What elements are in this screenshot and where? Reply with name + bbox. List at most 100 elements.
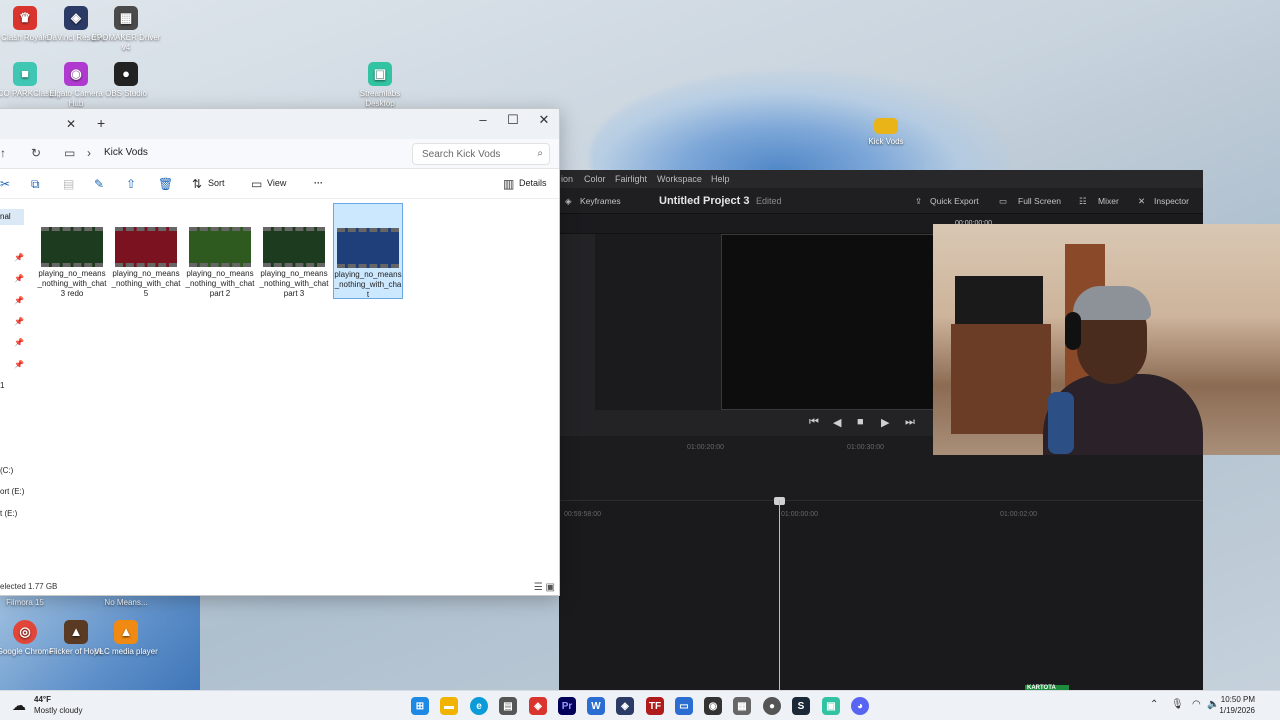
playhead[interactable]	[779, 500, 780, 690]
play-icon[interactable]: ▶	[881, 416, 889, 429]
view-button[interactable]: View	[267, 178, 286, 188]
minimize-icon[interactable]: –	[468, 112, 498, 127]
details-icon: ▥	[503, 177, 515, 191]
menu-item-workspace[interactable]: Workspace	[657, 174, 702, 184]
search-placeholder: Search Kick Vods	[422, 149, 501, 160]
steam-icon[interactable]: S	[792, 697, 810, 715]
volume-icon[interactable]: 🔈	[1207, 699, 1219, 710]
more-options-button[interactable]: ···	[314, 178, 323, 188]
skip-to-start-icon[interactable]: ⏮	[809, 416, 819, 429]
menu-item-fairlight[interactable]: Fairlight	[615, 174, 647, 184]
paste-icon[interactable]: ▤	[63, 177, 74, 191]
premiere-icon[interactable]: Pr	[558, 697, 576, 715]
mixer-icon: ☷	[1079, 196, 1087, 206]
media-pool-panel	[559, 234, 595, 410]
desktop-icon-label: Kick Vods	[868, 137, 904, 146]
ruler-tick: 01:00:30:00	[847, 444, 884, 451]
discord-icon[interactable]: ◕	[851, 697, 869, 715]
desktop-icon-obs[interactable]: ● OBS Studio	[91, 62, 161, 99]
epomaker-icon: ▦	[114, 6, 138, 30]
sidebar-item-selected[interactable]: nal	[0, 209, 24, 225]
mcafee-icon[interactable]: ◈	[529, 697, 547, 715]
clock[interactable]: 10:50 PM 1/19/2026	[1219, 694, 1255, 716]
app-icon[interactable]: ▭	[675, 697, 693, 715]
word-icon[interactable]: W	[587, 697, 605, 715]
webcam-microphone	[1048, 392, 1074, 454]
streamlabs-taskbar-icon[interactable]: ▣	[822, 697, 840, 715]
video-file-selected[interactable]: playing_no_means_nothing_with_chat	[333, 203, 403, 299]
desktop-icon-label: Streamlabs Desktop	[359, 89, 401, 108]
play-reverse-icon[interactable]: ◀	[833, 416, 841, 429]
sort-button[interactable]: Sort	[208, 178, 225, 188]
copy-icon[interactable]: ⧉	[31, 177, 40, 192]
wifi-icon[interactable]: ◠	[1192, 699, 1201, 710]
pin-icon: 📌	[14, 274, 24, 283]
video-file[interactable]: playing_no_means_nothing_with_chat 5	[111, 203, 181, 299]
sidebar-item-number[interactable]: 1	[0, 381, 4, 390]
maximize-icon[interactable]: ☐	[498, 112, 528, 128]
keyframes-button[interactable]: Keyframes	[580, 196, 621, 206]
desktop-icon-streamlabs[interactable]: ▣ Streamlabs Desktop	[345, 62, 415, 109]
file-explorer-icon[interactable]: ▬	[440, 697, 458, 715]
pico-park-icon: ■	[13, 62, 37, 86]
desktop-icon-vlc[interactable]: ▲ VLC media player	[91, 620, 161, 657]
up-arrow-icon[interactable]: ↑	[0, 146, 6, 160]
calculator-icon[interactable]: ▦	[733, 697, 751, 715]
mixer-button[interactable]: Mixer	[1098, 196, 1119, 206]
weather-temperature[interactable]: 44°F	[34, 695, 51, 704]
address-bar: ↑ ↻ ▭ › Kick Vods Search Kick Vods ⌕	[0, 139, 559, 169]
obs-icon: ●	[114, 62, 138, 86]
store-icon[interactable]: ▤	[499, 697, 517, 715]
elgato-taskbar-icon[interactable]: ◉	[704, 697, 722, 715]
webcam-overlay	[933, 224, 1280, 455]
video-file[interactable]: playing_no_means_nothing_with_chat part …	[259, 203, 329, 299]
navigation-pane: nal 📌 📌 📌 📌 📌 📌 1 (C:) ort (E:) t (E:)	[0, 201, 26, 581]
desktop-label-no-means[interactable]: No Means...	[91, 598, 161, 608]
rename-icon[interactable]: ✎	[94, 177, 104, 191]
refresh-icon[interactable]: ↻	[31, 146, 41, 160]
quick-export-button[interactable]: Quick Export	[930, 196, 979, 206]
desktop-icon-epomaker[interactable]: ▦ EPOMAKER Driver v4	[91, 6, 161, 53]
desktop-icon-kick-vods[interactable]: Kick Vods	[851, 118, 921, 147]
full-screen-button[interactable]: Full Screen	[1018, 196, 1061, 206]
stop-icon[interactable]: ■	[857, 416, 864, 428]
cut-icon[interactable]: ✂	[0, 177, 10, 191]
start-icon[interactable]: ⊞	[411, 697, 429, 715]
chevron-up-icon[interactable]: ⌃	[1150, 699, 1158, 710]
fullscreen-icon: ▭	[999, 196, 1008, 206]
tab-close-icon[interactable]: ✕	[66, 117, 76, 131]
details-button[interactable]: Details	[519, 178, 547, 188]
file-name: playing_no_means_nothing_with_chat part …	[259, 269, 329, 298]
skip-to-end-icon[interactable]: ⏭	[905, 416, 915, 429]
weather-icon[interactable]: ☁	[12, 697, 26, 714]
video-file[interactable]: playing_no_means_nothing_with_chat 3 red…	[37, 203, 107, 299]
sidebar-item-drive-c[interactable]: (C:)	[0, 466, 13, 475]
video-file[interactable]: playing_no_means_nothing_with_chat part …	[185, 203, 255, 299]
obs-taskbar-icon[interactable]: ●	[763, 697, 781, 715]
search-input[interactable]: Search Kick Vods ⌕	[412, 143, 550, 165]
sidebar-item-drive-e2[interactable]: t (E:)	[0, 509, 17, 518]
menu-item-color[interactable]: Color	[584, 174, 606, 184]
video-thumbnail	[41, 227, 103, 267]
sidebar-item-drive-e[interactable]: ort (E:)	[0, 487, 24, 496]
menu-item-help[interactable]: Help	[711, 174, 730, 184]
edge-icon[interactable]: e	[470, 697, 488, 715]
breadcrumb[interactable]: Kick Vods	[104, 147, 148, 158]
inspector-button[interactable]: Inspector	[1154, 196, 1189, 206]
desktop-label-filmora[interactable]: Filmora 15	[0, 598, 60, 608]
tf-icon[interactable]: TF	[646, 697, 664, 715]
davinci-taskbar-icon[interactable]: ◈	[616, 697, 634, 715]
microphone-icon[interactable]: 🎙	[1171, 699, 1184, 710]
close-icon[interactable]: ✕	[529, 112, 559, 128]
share-icon[interactable]: ⇧	[126, 177, 136, 191]
explorer-toolbar: ✂ ⧉ ▤ ✎ ⇧ 🗑 ⇅ Sort ▭ View ··· ▥ Details	[0, 169, 559, 199]
timeline-panel[interactable]: 00:59:58:00 01:00:00:00 01:00:02:00	[559, 500, 1203, 690]
view-icon: ▭	[251, 177, 263, 191]
ruler-tick: 01:00:20:00	[687, 444, 724, 451]
menu-item-edition[interactable]: ion	[561, 174, 573, 184]
timeline-viewer[interactable]	[721, 234, 935, 410]
delete-icon[interactable]: 🗑	[158, 177, 173, 191]
view-toggle[interactable]: ☰ ▣	[534, 582, 555, 593]
weather-description[interactable]: Mostly cloudy	[34, 706, 82, 715]
new-tab-icon[interactable]: +	[97, 115, 105, 131]
